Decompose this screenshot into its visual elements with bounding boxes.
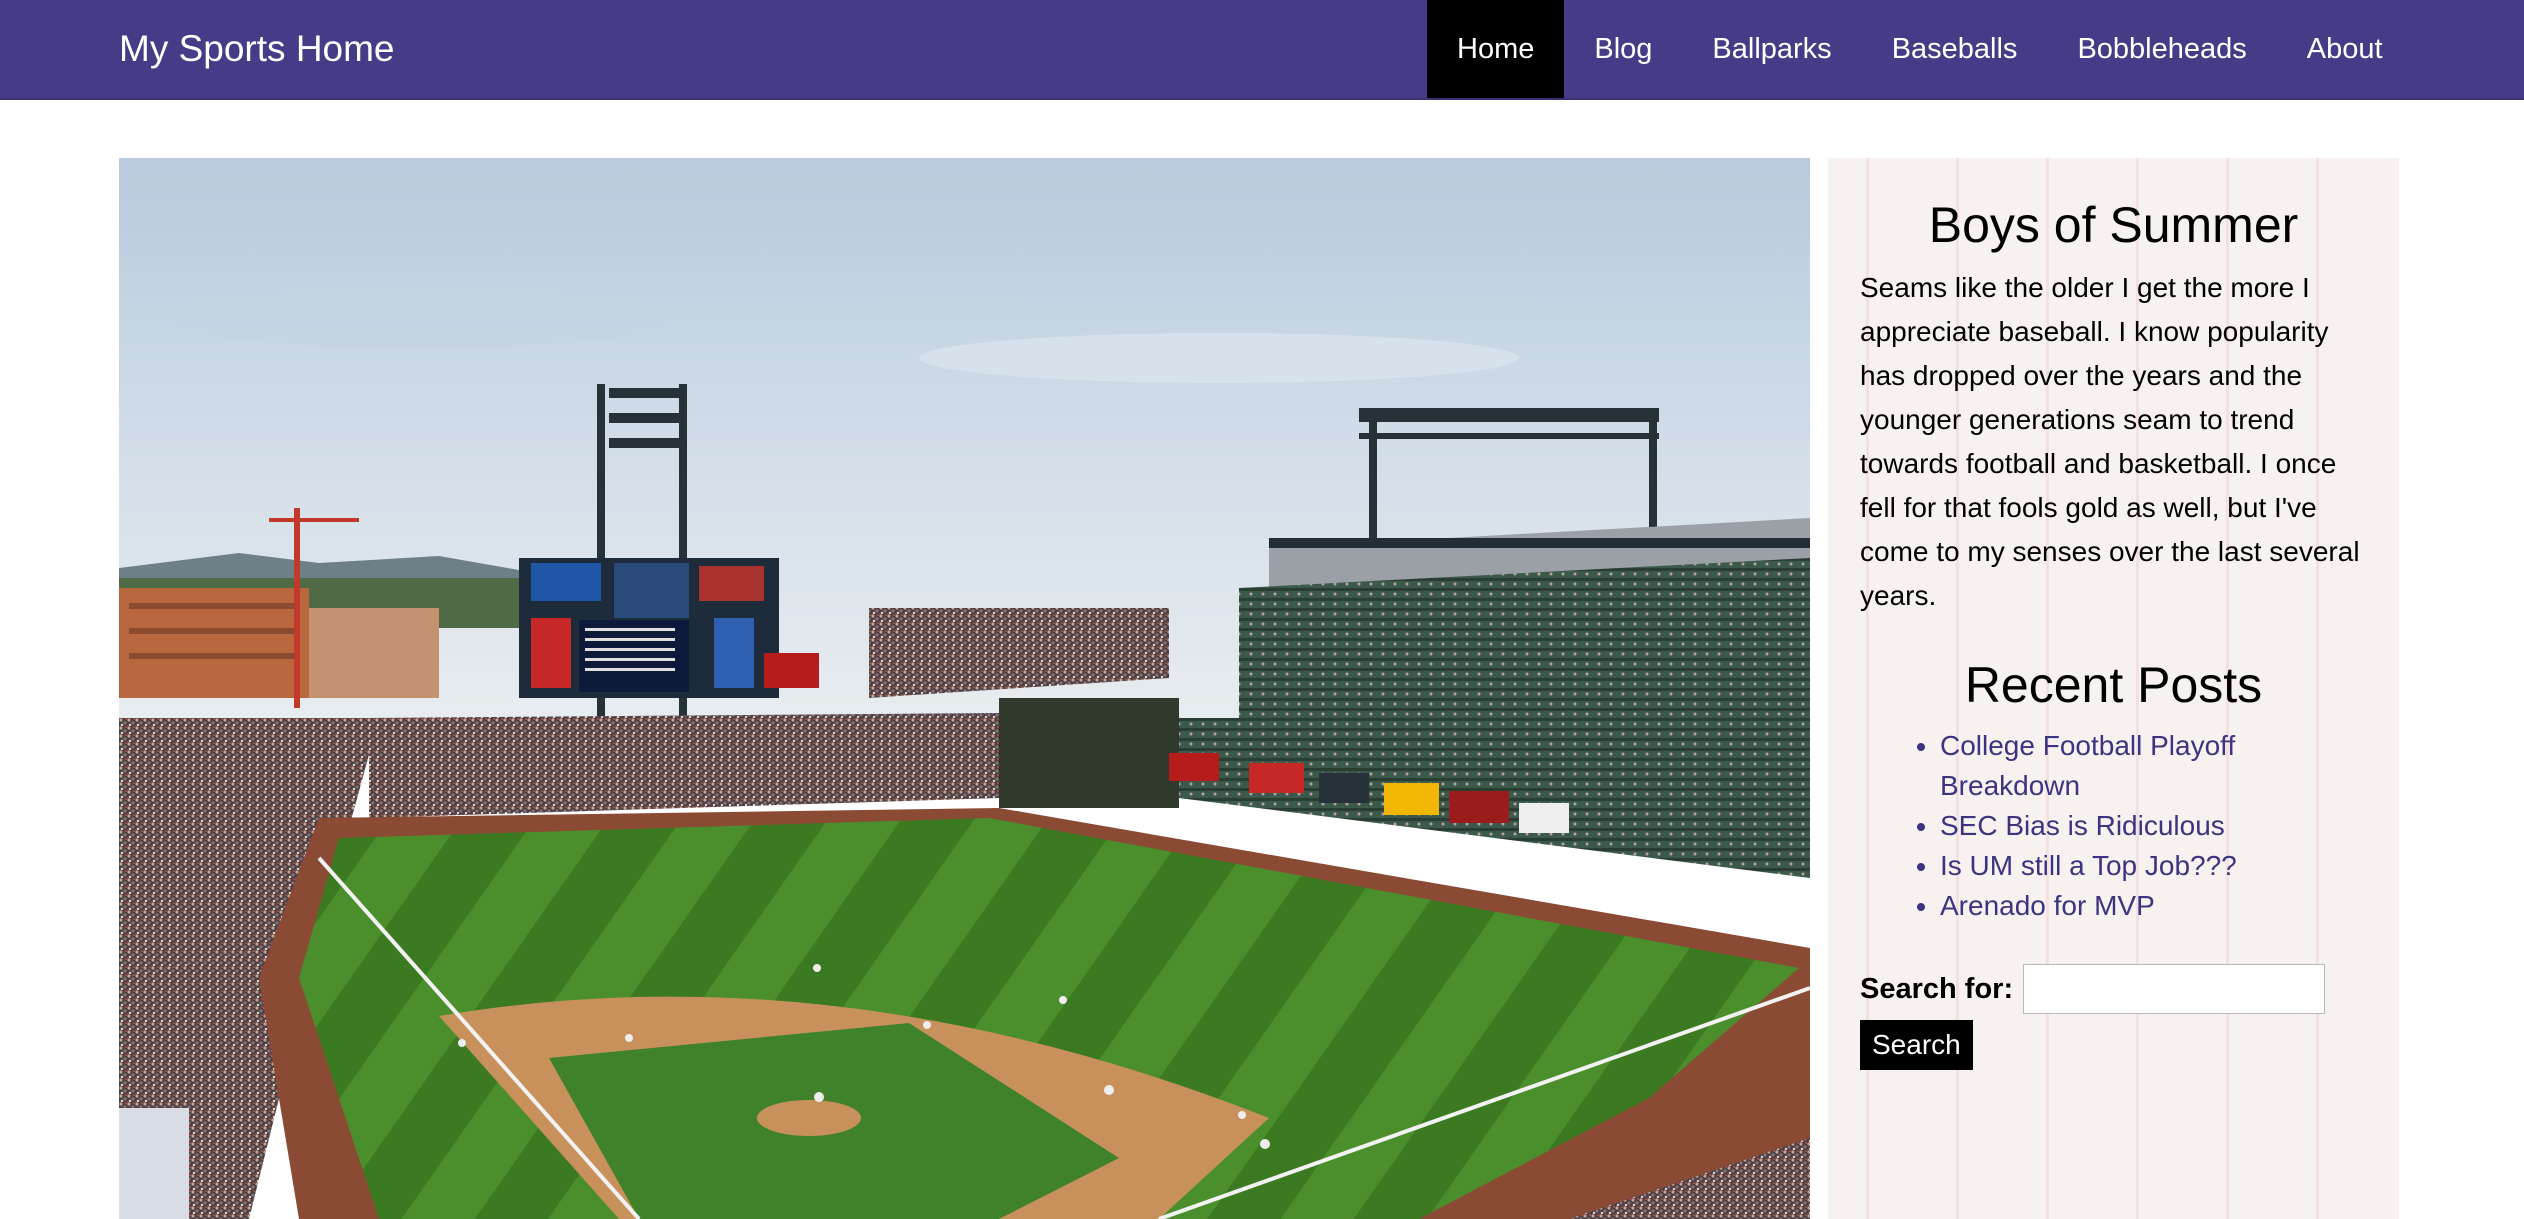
recent-post-link[interactable]: SEC Bias is Ridiculous [1940, 810, 2225, 841]
site-title-link[interactable]: My Sports Home [119, 0, 395, 98]
site-header: My Sports Home Home Blog Ballparks Baseb… [0, 0, 2524, 100]
recent-post-item: Arenado for MVP [1940, 886, 2367, 926]
sidebar-about-title: Boys of Summer [1928, 197, 2299, 253]
nav-item-about: About [2277, 0, 2413, 98]
nav-link-baseballs[interactable]: Baseballs [1862, 0, 2048, 98]
nav-link-ballparks[interactable]: Ballparks [1682, 0, 1861, 98]
nav-item-blog: Blog [1564, 0, 1682, 98]
recent-post-item: SEC Bias is Ridiculous [1940, 806, 2367, 846]
recent-posts-list: College Football Playoff Breakdown SEC B… [1860, 726, 2367, 926]
nav-link-home[interactable]: Home [1427, 0, 1565, 98]
nav-item-bobbleheads: Bobbleheads [2047, 0, 2276, 98]
recent-post-item: Is UM still a Top Job??? [1940, 846, 2367, 886]
recent-post-link[interactable]: College Football Playoff Breakdown [1940, 730, 2235, 801]
main-nav: Home Blog Ballparks Baseballs Bobblehead… [1427, 0, 2413, 98]
search-input[interactable] [2023, 964, 2326, 1014]
nav-link-bobbleheads[interactable]: Bobbleheads [2047, 0, 2276, 98]
sidebar: Boys of Summer Seams like the older I ge… [1828, 158, 2399, 1219]
hero-stadium-image [119, 158, 1810, 1219]
search-form: Search for: [1860, 964, 2367, 1014]
nav-item-baseballs: Baseballs [1862, 0, 2048, 98]
nav-link-blog[interactable]: Blog [1564, 0, 1682, 98]
recent-post-link[interactable]: Is UM still a Top Job??? [1940, 850, 2237, 881]
nav-item-ballparks: Ballparks [1682, 0, 1861, 98]
recent-post-link[interactable]: Arenado for MVP [1940, 890, 2155, 921]
sidebar-about-text: Seams like the older I get the more I ap… [1860, 272, 2360, 611]
search-label: Search for: [1860, 972, 2014, 1005]
recent-posts-title: Recent Posts [1964, 657, 2263, 713]
nav-link-about[interactable]: About [2277, 0, 2413, 98]
recent-post-item: College Football Playoff Breakdown [1940, 726, 2367, 806]
search-button[interactable]: Search [1860, 1020, 1973, 1070]
nav-item-home: Home [1427, 0, 1565, 98]
